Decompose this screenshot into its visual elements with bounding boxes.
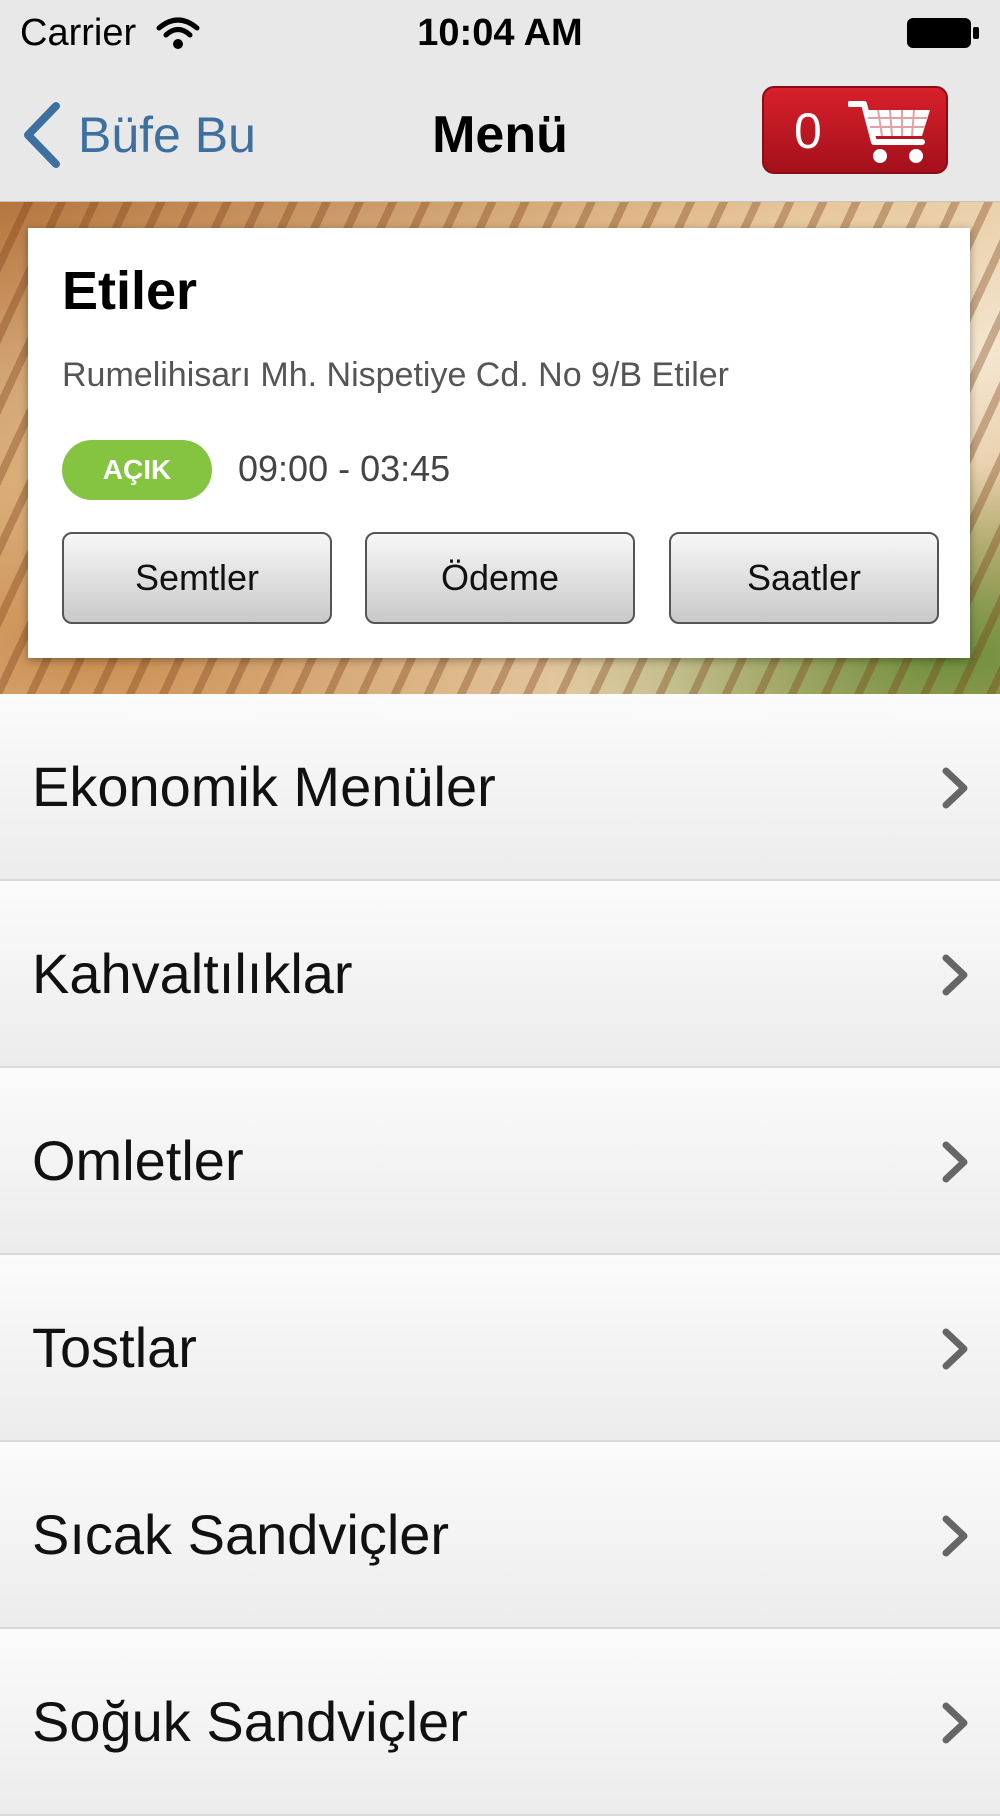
menu-item-label: Sıcak Sandviçler [32, 1503, 450, 1566]
status-badge: AÇIK [62, 440, 212, 500]
menu-item-omletler[interactable]: Omletler [0, 1068, 1000, 1255]
battery-icon [907, 18, 979, 48]
cart-button[interactable]: 0 [762, 86, 948, 174]
menu-item-ekonomik-menuler[interactable]: Ekonomik Menüler [0, 694, 1000, 881]
chevron-right-icon [942, 1141, 968, 1183]
menu-item-label: Ekonomik Menüler [32, 755, 496, 818]
status-bar: Carrier 10:04 AM [0, 0, 1000, 68]
branch-info-card: Etiler Rumelihisarı Mh. Nispetiye Cd. No… [28, 228, 970, 658]
menu-category-list: Ekonomik Menüler Kahvaltılıklar Omletler… [0, 694, 1000, 1816]
menu-item-label: Omletler [32, 1129, 244, 1192]
chevron-right-icon [942, 1702, 968, 1744]
cart-count: 0 [794, 103, 822, 159]
menu-item-sicak-sandvicler[interactable]: Sıcak Sandviçler [0, 1442, 1000, 1629]
menu-item-label: Tostlar [32, 1316, 197, 1379]
odeme-button[interactable]: Ödeme [365, 532, 635, 624]
shopping-cart-icon [848, 101, 930, 163]
opening-hours: 09:00 - 03:45 [238, 448, 451, 489]
menu-item-kahvaltiliklar[interactable]: Kahvaltılıklar [0, 881, 1000, 1068]
chevron-right-icon [942, 767, 968, 809]
saatler-button[interactable]: Saatler [669, 532, 939, 624]
menu-item-label: Kahvaltılıklar [32, 942, 353, 1005]
navigation-bar: Büfe Bu Menü 0 [0, 68, 1000, 202]
branch-address: Rumelihisarı Mh. Nispetiye Cd. No 9/B Et… [62, 356, 730, 394]
chevron-right-icon [942, 1515, 968, 1557]
menu-item-tostlar[interactable]: Tostlar [0, 1255, 1000, 1442]
chevron-right-icon [942, 1328, 968, 1370]
status-time: 10:04 AM [417, 12, 583, 54]
branch-name: Etiler [62, 261, 198, 321]
chevron-right-icon [942, 954, 968, 996]
menu-item-label: Soğuk Sandviçler [32, 1690, 468, 1753]
semtler-button[interactable]: Semtler [62, 532, 332, 624]
menu-item-soguk-sandvicler[interactable]: Soğuk Sandviçler [0, 1629, 1000, 1816]
